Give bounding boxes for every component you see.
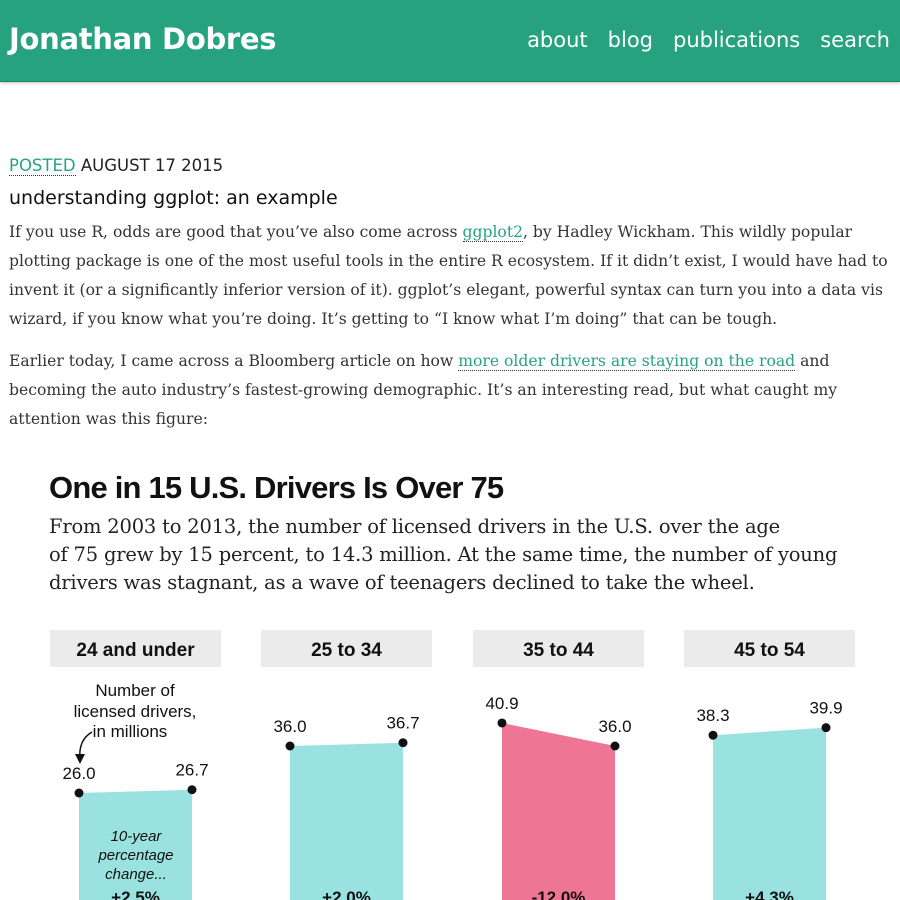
article-paragraph: Earlier today, I came across a Bloomberg… xyxy=(9,347,891,434)
main-nav: about blog publications search xyxy=(527,28,890,52)
annotation-text: licensed drivers, xyxy=(74,702,197,721)
post-meta: POSTED AUGUST 17 2015 xyxy=(9,156,224,176)
nav-publications-link[interactable]: publications xyxy=(673,28,800,52)
post-title: understanding ggplot: an example xyxy=(9,187,338,209)
start-value-label: 36.0 xyxy=(273,717,306,736)
inner-annotation-text: change... xyxy=(105,866,167,883)
percent-change-label: -12.0% xyxy=(532,888,586,900)
annotation-arrowhead xyxy=(75,754,85,764)
inner-annotation-text: 10-year xyxy=(111,828,163,845)
end-value-label: 36.0 xyxy=(598,717,631,736)
drivers-chart: 24 and under 26.0 26.7 +2.5% 25 to 34 36.0 36.… xyxy=(50,630,855,900)
site-title-link[interactable]: Jonathan Dobres xyxy=(9,22,277,56)
intro-paragraph: If you use R, odds are good that you’ve … xyxy=(9,218,891,334)
percent-change-label: +2.0% xyxy=(322,888,371,900)
ggplot2-link[interactable]: ggplot2 xyxy=(462,223,524,242)
end-value-label: 39.9 xyxy=(809,699,842,718)
end-point xyxy=(610,741,620,751)
nav-search-link[interactable]: search xyxy=(820,28,890,52)
end-point xyxy=(187,785,197,795)
start-value-label: 26.0 xyxy=(62,764,95,783)
panel-label: 24 and under xyxy=(76,640,195,661)
end-value-label: 36.7 xyxy=(386,714,419,733)
inner-annotation-text: percentage xyxy=(97,847,173,864)
panel-label: 25 to 34 xyxy=(311,640,382,661)
change-area xyxy=(290,742,403,900)
percent-change-label: +4.3% xyxy=(745,888,794,900)
percent-change-label: +2.5% xyxy=(111,888,160,900)
start-point xyxy=(74,788,84,798)
start-point xyxy=(285,741,295,751)
end-point xyxy=(821,723,831,733)
bloomberg-article-link[interactable]: more older drivers are staying on the ro… xyxy=(458,352,796,371)
nav-about-link[interactable]: about xyxy=(527,28,588,52)
end-value-label: 26.7 xyxy=(175,761,208,780)
change-area xyxy=(713,727,826,900)
posted-link[interactable]: POSTED xyxy=(9,156,76,176)
article-text-start: Earlier today, I came across a Bloomberg… xyxy=(9,352,459,370)
site-header: Jonathan Dobres about blog publications … xyxy=(0,0,900,82)
bloomberg-figure: One in 15 U.S. Drivers Is Over 75 From 2… xyxy=(0,440,900,900)
panel-label: 35 to 44 xyxy=(523,640,594,661)
start-point xyxy=(497,718,507,728)
change-area xyxy=(502,722,615,900)
post-date: AUGUST 17 2015 xyxy=(80,156,224,175)
end-point xyxy=(398,738,408,748)
start-point xyxy=(708,730,718,740)
intro-text-start: If you use R, odds are good that you’ve … xyxy=(9,223,463,241)
annotation-text: in millions xyxy=(93,722,168,741)
start-value-label: 40.9 xyxy=(485,694,518,713)
panel-label: 45 to 54 xyxy=(734,640,805,661)
annotation-text: Number of xyxy=(95,681,175,700)
nav-blog-link[interactable]: blog xyxy=(608,28,653,52)
start-value-label: 38.3 xyxy=(696,706,729,725)
